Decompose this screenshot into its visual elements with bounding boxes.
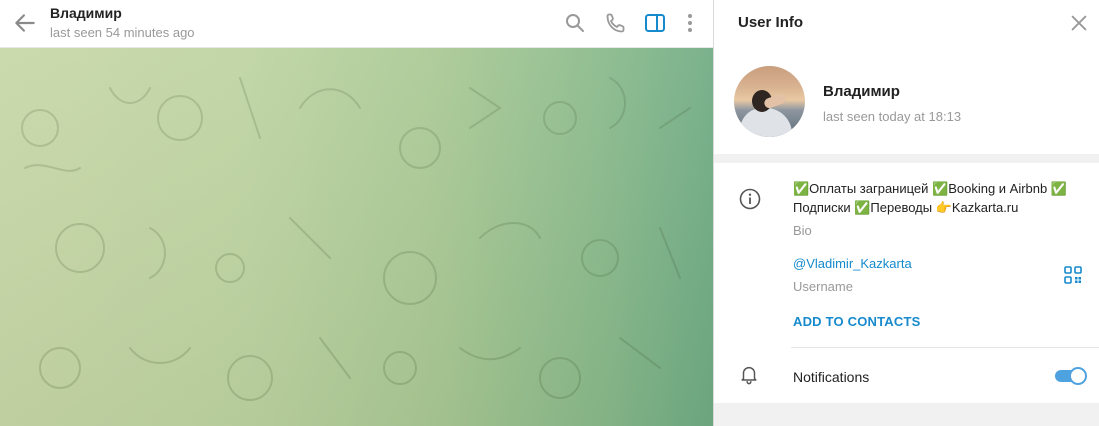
bio-text[interactable]: ✅Оплаты заграницей ✅Booking и Airbnb ✅ П…	[793, 179, 1089, 217]
more-vertical-icon[interactable]	[678, 11, 702, 35]
sidebar-toggle-icon[interactable]	[643, 11, 667, 35]
back-arrow-icon[interactable]	[12, 10, 38, 36]
profile-name: Владимир	[823, 83, 900, 100]
wallpaper-doodles	[21, 77, 691, 401]
profile-section: Владимир last seen today at 18:13	[714, 48, 1099, 154]
bottom-spacer	[714, 403, 1099, 426]
avatar-photo-body	[740, 108, 792, 137]
toggle-knob	[1069, 367, 1087, 385]
chat-wallpaper	[0, 48, 713, 426]
search-icon[interactable]	[563, 11, 587, 35]
username-label: Username	[793, 279, 853, 294]
separator	[791, 347, 1099, 348]
bell-icon	[741, 366, 757, 385]
chat-title[interactable]: Владимир	[50, 5, 122, 21]
chat-header: Владимир last seen 54 minutes ago	[0, 0, 713, 48]
close-icon[interactable]	[1068, 12, 1090, 34]
notifications-label: Notifications	[793, 369, 870, 385]
add-to-contacts-button[interactable]: ADD TO CONTACTS	[793, 314, 920, 329]
chat-pane: Владимир last seen 54 minutes ago	[0, 0, 713, 426]
info-icon	[739, 188, 761, 210]
qr-code-icon[interactable]	[1064, 266, 1082, 284]
notifications-toggle[interactable]	[1055, 367, 1087, 385]
chat-last-seen: last seen 54 minutes ago	[50, 25, 195, 40]
phone-icon[interactable]	[604, 11, 628, 35]
details-section: ✅Оплаты заграницей ✅Booking и Airbnb ✅ П…	[714, 163, 1099, 403]
user-info-title: User Info	[738, 14, 804, 31]
username-link[interactable]: @Vladimir_Kazkarta	[793, 256, 912, 271]
user-info-header: User Info	[714, 0, 1099, 48]
bio-label: Bio	[793, 223, 812, 238]
avatar[interactable]	[734, 66, 805, 137]
user-info-panel: User Info Владимир last seen today at 18…	[714, 0, 1099, 426]
profile-last-seen: last seen today at 18:13	[823, 109, 962, 124]
